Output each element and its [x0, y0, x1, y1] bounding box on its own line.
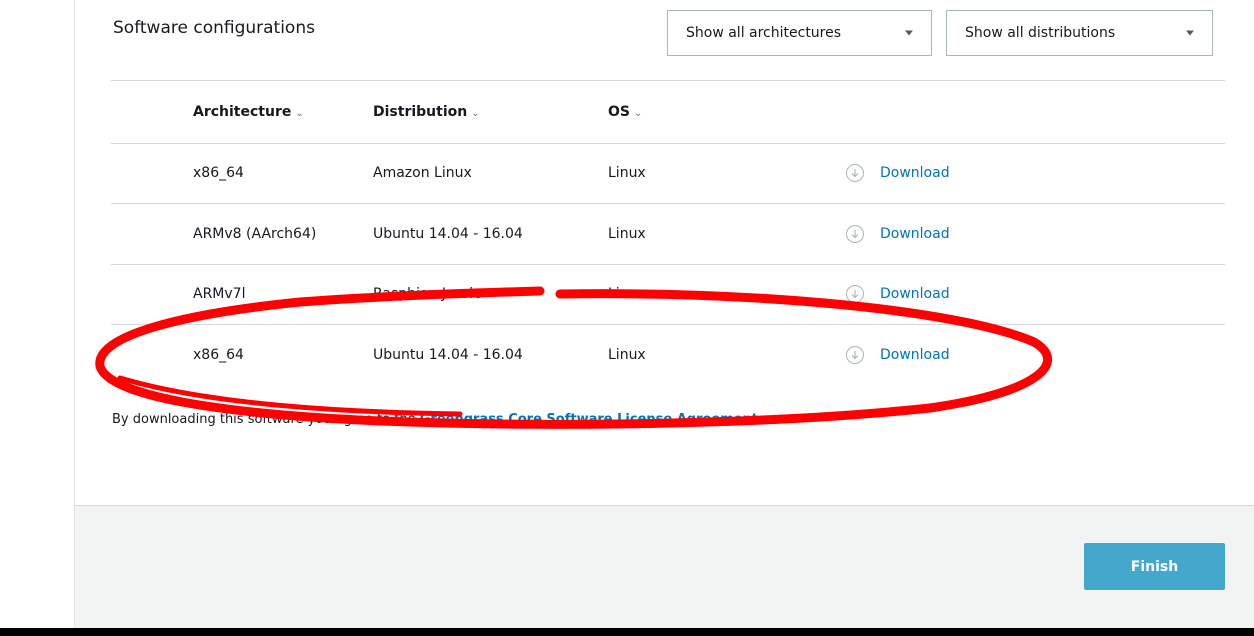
- chevron-down-icon: ⌄: [633, 108, 643, 119]
- download-circle-icon[interactable]: [846, 164, 864, 182]
- row-divider: [111, 203, 1225, 204]
- cell-architecture: x86_64: [193, 347, 244, 363]
- distribution-filter-value: Show all distributions: [965, 25, 1116, 41]
- cell-os: Linux: [608, 226, 646, 242]
- section-title: Software configurations: [113, 18, 315, 38]
- cell-architecture: x86_64: [193, 165, 244, 181]
- screen-bottom-edge: [0, 628, 1254, 636]
- chevron-down-icon: ⌄: [295, 108, 304, 119]
- chevron-down-icon: ⌄: [471, 108, 480, 119]
- column-header-label: OS: [608, 104, 630, 120]
- cell-architecture: ARMv8 (AArch64): [193, 226, 317, 242]
- cell-distribution: Ubuntu 14.04 - 16.04: [373, 347, 523, 363]
- distribution-filter-select[interactable]: Show all distributions: [946, 10, 1213, 56]
- column-header-os[interactable]: OS ⌄: [608, 104, 642, 120]
- download-circle-icon[interactable]: [846, 225, 864, 243]
- cell-distribution: Amazon Linux: [373, 165, 472, 181]
- download-circle-icon[interactable]: [846, 285, 864, 303]
- license-agreement-link[interactable]: Greengrass Core Software License Agreeme…: [420, 412, 758, 427]
- column-header-distribution[interactable]: Distribution ⌄: [373, 104, 480, 120]
- cell-distribution: Raspbian Jessie: [373, 286, 482, 302]
- download-circle-icon[interactable]: [846, 346, 864, 364]
- architecture-filter-select[interactable]: Show all architectures: [667, 10, 932, 56]
- download-link[interactable]: Download: [880, 286, 950, 302]
- architecture-filter-value: Show all architectures: [686, 25, 842, 41]
- agreement-prefix: By downloading this software you agree t…: [112, 412, 420, 427]
- cell-architecture: ARMv7l: [193, 286, 246, 302]
- finish-button[interactable]: Finish: [1084, 543, 1225, 590]
- column-header-label: Distribution: [373, 104, 468, 120]
- agreement-suffix: .: [757, 412, 763, 427]
- row-divider: [111, 264, 1225, 265]
- download-link[interactable]: Download: [880, 165, 950, 181]
- cell-os: Linux: [608, 286, 646, 302]
- download-link[interactable]: Download: [880, 226, 950, 242]
- cell-distribution: Ubuntu 14.04 - 16.04: [373, 226, 523, 242]
- table-header-divider: [111, 143, 1225, 144]
- cell-os: Linux: [608, 165, 646, 181]
- divider: [111, 80, 1225, 81]
- wizard-footer: [75, 506, 1254, 628]
- download-link[interactable]: Download: [880, 347, 950, 363]
- caret-down-icon: [1186, 30, 1194, 36]
- row-divider: [111, 324, 1225, 325]
- column-header-label: Architecture: [193, 104, 292, 120]
- caret-down-icon: [905, 30, 913, 36]
- column-header-architecture[interactable]: Architecture ⌄: [193, 104, 304, 120]
- cell-os: Linux: [608, 347, 646, 363]
- license-agreement-text: By downloading this software you agree t…: [112, 412, 762, 427]
